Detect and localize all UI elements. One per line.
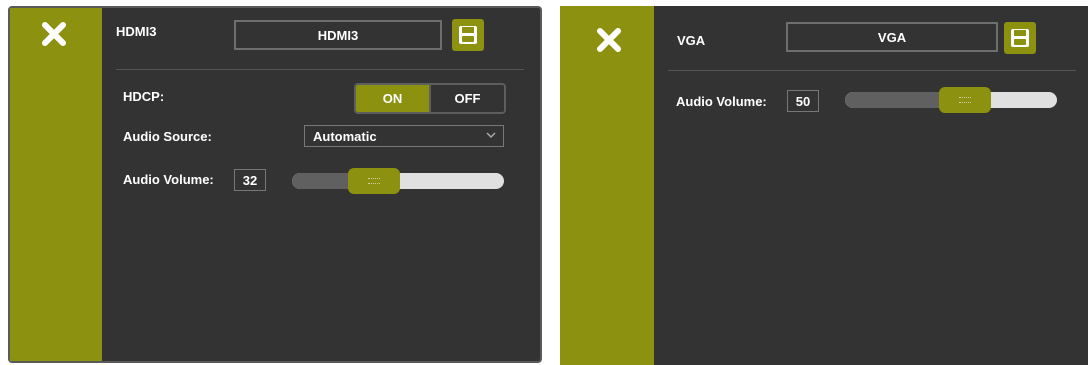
hdmi3-settings-panel: HDMI3 HDMI3 HDCP: ON OFF Audio Source: A… xyxy=(8,6,542,363)
panel-sidebar xyxy=(10,8,102,361)
audio-volume-label: Audio Volume: xyxy=(676,94,767,109)
save-icon[interactable] xyxy=(1004,22,1036,54)
audio-volume-label: Audio Volume: xyxy=(123,172,214,187)
close-icon[interactable] xyxy=(40,20,68,48)
save-icon[interactable] xyxy=(452,19,484,51)
panel-title: VGA xyxy=(677,33,706,48)
panel-title: HDMI3 xyxy=(116,24,157,39)
grip-icon xyxy=(367,178,380,184)
audio-volume-value[interactable]: 50 xyxy=(787,90,819,112)
audio-source-select[interactable]: Automatic xyxy=(304,125,504,147)
input-name-field[interactable]: VGA xyxy=(786,22,998,52)
hdcp-off-button[interactable]: OFF xyxy=(429,85,504,112)
chevron-down-icon xyxy=(485,129,497,144)
header-divider xyxy=(668,70,1076,71)
audio-volume-slider[interactable] xyxy=(292,168,504,194)
hdcp-toggle[interactable]: ON OFF xyxy=(354,83,506,114)
slider-thumb[interactable] xyxy=(347,168,400,194)
hdcp-on-button[interactable]: ON xyxy=(356,85,429,112)
header-divider xyxy=(116,69,524,70)
input-name-field[interactable]: HDMI3 xyxy=(234,20,442,50)
audio-source-value: Automatic xyxy=(313,128,377,144)
audio-volume-slider[interactable] xyxy=(845,87,1057,113)
vga-settings-panel: VGA VGA Audio Volume: 50 xyxy=(560,6,1088,365)
audio-source-label: Audio Source: xyxy=(123,129,212,144)
close-icon[interactable] xyxy=(595,26,623,54)
slider-thumb[interactable] xyxy=(939,87,991,113)
hdcp-label: HDCP: xyxy=(123,89,165,104)
audio-volume-value[interactable]: 32 xyxy=(234,169,266,191)
panel-sidebar xyxy=(560,6,654,365)
grip-icon xyxy=(959,97,971,103)
